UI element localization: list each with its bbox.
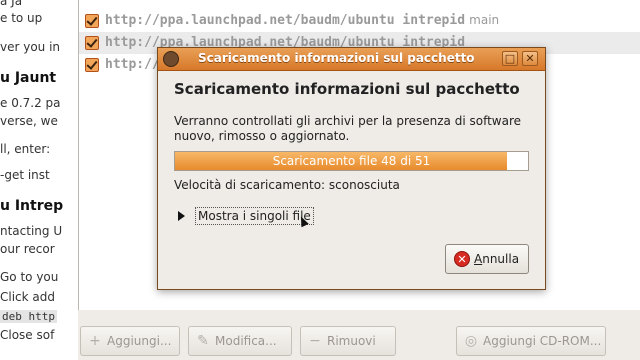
progress-text: Scaricamento file 48 di 51: [272, 154, 431, 168]
dialog-title: Scaricamento informazioni sul pacchetto: [198, 51, 475, 65]
add-button[interactable]: + Aggiungi...: [80, 326, 180, 356]
cancel-icon: ✕: [454, 251, 470, 267]
cdrom-icon: ◎: [464, 333, 478, 349]
edit-icon: ✎: [197, 333, 209, 349]
remove-button[interactable]: − Rimuovi: [300, 326, 396, 356]
page-text: Go to you: [0, 270, 59, 284]
download-progress-dialog: Scaricamento informazioni sul pacchetto …: [157, 47, 546, 290]
add-cdrom-button-label: Aggiungi CD-ROM...: [483, 334, 602, 348]
cancel-button-label: Annulla: [474, 252, 519, 266]
repository-enabled-checkbox[interactable]: [85, 14, 99, 28]
page-text: ntacting U: [0, 224, 63, 238]
plus-icon: +: [89, 333, 101, 349]
add-cdrom-button[interactable]: ◎ Aggiungi CD-ROM...: [456, 326, 606, 356]
repository-url: http://ppa.launchpad.net/baudm/ubuntu in…: [105, 13, 466, 28]
download-progress-bar: Scaricamento file 48 di 51: [174, 151, 529, 171]
expander-label[interactable]: Mostra i singoli file: [195, 207, 314, 225]
repository-label: http://ppa.launchpad.net/baudm/ubuntu in…: [105, 13, 499, 28]
repository-row[interactable]: http://ppa.launchpad.net/baudm/ubuntu in…: [79, 10, 640, 32]
page-text: ver you in: [0, 40, 61, 54]
edit-button[interactable]: ✎ Modifica...: [188, 326, 292, 356]
remove-button-label: Rimuovi: [327, 334, 376, 348]
cancel-button[interactable]: ✕ Annulla: [445, 244, 529, 274]
edit-button-label: Modifica...: [215, 334, 277, 348]
page-code: deb http: [0, 309, 57, 323]
download-speed-label: Velocità di scaricamento: sconosciuta: [174, 178, 400, 192]
maximize-icon[interactable]: □: [502, 51, 518, 66]
minus-icon: −: [309, 333, 321, 349]
add-button-label: Aggiungi...: [107, 334, 172, 348]
browser-page-fragment: a Ja e to up ver you in u Jaunt e 0.7.2 …: [0, 0, 79, 360]
cancel-label-rest: nnulla: [482, 252, 520, 266]
page-text: Close sof: [0, 328, 55, 342]
page-text: our recor: [0, 242, 55, 256]
cancel-mnemonic: A: [474, 252, 483, 266]
page-text: e 0.7.2 pa: [0, 96, 61, 110]
repository-component: main: [469, 13, 500, 27]
dialog-titlebar[interactable]: Scaricamento informazioni sul pacchetto …: [158, 48, 545, 71]
page-text: a Ja: [0, 0, 23, 8]
page-text: verse, we: [0, 114, 58, 128]
page-text: e to up: [0, 11, 43, 25]
expander-arrow-icon[interactable]: [178, 211, 185, 221]
show-files-expander[interactable]: Mostra i singoli file: [178, 206, 314, 226]
app-icon[interactable]: [163, 51, 179, 67]
page-text: ll, enter:: [0, 142, 51, 156]
sources-button-bar: + Aggiungi... ✎ Modifica... − Rimuovi ◎ …: [78, 318, 640, 360]
page-text: -get inst: [0, 168, 50, 182]
code-snippet: deb http: [0, 310, 57, 323]
dialog-heading: Scaricamento informazioni sul pacchetto: [174, 80, 520, 98]
close-icon[interactable]: ✕: [522, 51, 538, 66]
page-heading: u Intrep: [0, 198, 64, 214]
page-heading: u Jaunt: [0, 70, 57, 86]
dialog-description: Verranno controllati gli archivi per la …: [174, 114, 522, 143]
repository-enabled-checkbox[interactable]: [85, 36, 99, 50]
page-text: Click add: [0, 290, 55, 304]
repository-enabled-checkbox[interactable]: [85, 58, 99, 72]
